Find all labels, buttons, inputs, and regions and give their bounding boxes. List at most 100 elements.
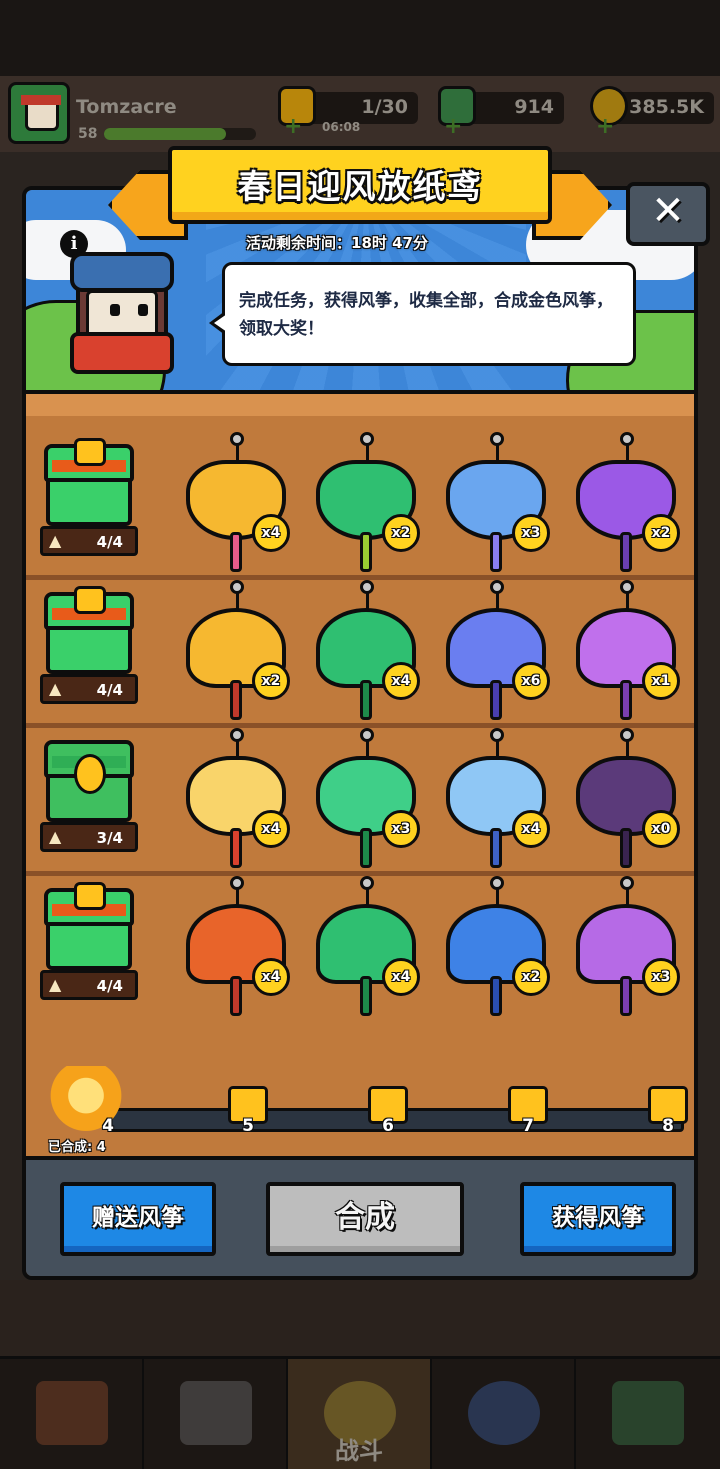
kite-item[interactable]: x4 — [176, 876, 296, 1020]
kite-count-badge: x4 — [512, 810, 550, 848]
reward-chest[interactable] — [44, 740, 134, 822]
kite-tail — [490, 828, 502, 868]
kite-count-badge: x2 — [252, 662, 290, 700]
stars-ball-icon — [468, 1381, 540, 1445]
kite-item[interactable]: x4 — [306, 580, 426, 724]
kite-tail — [620, 532, 632, 572]
kite-count-badge: x4 — [252, 514, 290, 552]
kite-mini-icon: ▲ — [49, 531, 62, 550]
merge-progress-area: 4 已合成: 4 5 6 7 8 — [26, 1066, 694, 1160]
player-avatar[interactable] — [8, 82, 70, 144]
kite-count-badge: x4 — [252, 958, 290, 996]
kite-count-badge: x4 — [252, 810, 290, 848]
kite-count-badge: x4 — [382, 958, 420, 996]
row-progress: ▲ 4/4 — [40, 674, 138, 704]
event-title-banner: 春日迎风放纸鸢 — [168, 146, 552, 224]
ninja-mascot — [70, 252, 180, 392]
kite-item[interactable]: x1 — [566, 580, 686, 724]
nav-weapons[interactable] — [144, 1359, 288, 1469]
kite-tail — [230, 828, 242, 868]
coin-pill[interactable]: + 385.5K — [590, 86, 714, 139]
ninja-eye-right — [138, 304, 148, 316]
player-level: 58 — [78, 126, 98, 142]
chest-lock-icon — [74, 586, 106, 614]
kite-event-modal: i 活动剩余时间：18时 47分 完成任务，获得风筝，收集全部，合成金色风筝，领… — [22, 186, 698, 1280]
player-hud: Tomzacre 58 + 1/30 + 914 + 385.5K — [0, 76, 720, 152]
nav-battle[interactable]: 战斗 — [288, 1359, 432, 1469]
milestone-chest[interactable]: 7 — [504, 1086, 552, 1142]
milestone-chest[interactable]: 8 — [644, 1086, 692, 1142]
kite-item[interactable]: x4 — [176, 728, 296, 872]
milestone-number: 8 — [662, 1116, 674, 1136]
kite-tail — [230, 532, 242, 572]
kite-item[interactable]: x4 — [436, 728, 556, 872]
kite-item[interactable]: x2 — [306, 432, 426, 576]
bottom-background — [0, 1280, 720, 1356]
nav-evolution[interactable] — [576, 1359, 720, 1469]
obtain-kite-button[interactable]: 获得风筝 — [520, 1182, 676, 1256]
kite-item[interactable]: x2 — [176, 580, 296, 724]
kite-count-badge: x3 — [642, 958, 680, 996]
event-description: 完成任务，获得风筝，收集全部，合成金色风筝，领取大奖！ — [239, 291, 613, 339]
chest-lock-icon — [74, 882, 106, 910]
kite-count-badge: x3 — [382, 810, 420, 848]
coin-value: 385.5K — [629, 96, 704, 118]
kite-row-bird: ▲ 4/4 x4 x4 x2 x3 — [26, 872, 694, 1020]
row-progress-text: 4/4 — [96, 681, 123, 699]
milestone-number: 5 — [242, 1116, 254, 1136]
kite-item[interactable]: x2 — [436, 876, 556, 1020]
kite-item[interactable]: x3 — [306, 728, 426, 872]
dna-vial-icon — [612, 1381, 684, 1445]
kite-item[interactable]: x3 — [566, 876, 686, 1020]
gift-kite-button[interactable]: 赠送风筝 — [60, 1182, 216, 1256]
kite-mini-icon: ▲ — [49, 679, 62, 698]
nav-shop[interactable] — [0, 1359, 144, 1469]
gem-pill[interactable]: + 914 — [438, 86, 564, 139]
kite-count-badge: x2 — [642, 514, 680, 552]
ninja-goggles — [70, 252, 174, 292]
reward-chest[interactable] — [44, 882, 134, 970]
kite-count-badge: x0 — [642, 810, 680, 848]
milestone-number: 6 — [382, 1116, 394, 1136]
milestone-number: 4 — [102, 1116, 114, 1136]
milestone-chest[interactable]: 5 — [224, 1086, 272, 1142]
energy-value: 1/30 — [361, 96, 408, 118]
kite-item[interactable]: x4 — [306, 876, 426, 1020]
milestone-chest[interactable]: 6 — [364, 1086, 412, 1142]
kite-item[interactable]: x6 — [436, 580, 556, 724]
revolver-icon — [180, 1381, 252, 1445]
ground-strip — [26, 390, 694, 416]
action-button-bar: 赠送风筝 合成 获得风筝 — [26, 1156, 694, 1276]
kite-item[interactable]: x0 — [566, 728, 686, 872]
row-progress: ▲ 4/4 — [40, 970, 138, 1000]
kite-tail — [360, 532, 372, 572]
kite-item[interactable]: x3 — [436, 432, 556, 576]
kite-item[interactable]: x2 — [566, 432, 686, 576]
row-progress: ▲ 3/4 — [40, 822, 138, 852]
energy-timer: 06:08 — [322, 120, 361, 134]
kite-tail — [230, 680, 242, 720]
kite-tail — [230, 976, 242, 1016]
milestone-current: 4 — [84, 1086, 132, 1142]
close-icon: ✕ — [651, 188, 685, 234]
kite-tail — [490, 532, 502, 572]
energy-plus-icon: + — [284, 114, 303, 139]
ninja-eye-left — [110, 304, 120, 316]
merged-count: 已合成: 4 — [48, 1140, 106, 1155]
merge-button[interactable]: 合成 — [266, 1182, 464, 1256]
reward-chest[interactable] — [44, 438, 134, 526]
system-status-bar — [0, 0, 720, 76]
kite-count-badge: x1 — [642, 662, 680, 700]
kite-count-badge: x4 — [382, 662, 420, 700]
bubble-tail-inner — [214, 314, 227, 332]
row-progress-text: 4/4 — [96, 533, 123, 551]
nav-talents[interactable] — [432, 1359, 576, 1469]
kite-collection-grid: ▲ 4/4 x4 x2 x3 x2 ▲ 4/4 x2 x4 x6 x1 ▲ 3/… — [26, 416, 694, 1092]
kite-row-butterfly: ▲ 3/4 x4 x3 x4 x0 — [26, 724, 694, 876]
chest-lock-icon — [74, 438, 106, 466]
kite-item[interactable]: x4 — [176, 432, 296, 576]
close-button[interactable]: ✕ — [626, 182, 710, 246]
speech-bubble: 完成任务，获得风筝，收集全部，合成金色风筝，领取大奖！ — [209, 262, 636, 366]
reward-chest[interactable] — [44, 586, 134, 674]
milestone-number: 7 — [522, 1116, 534, 1136]
